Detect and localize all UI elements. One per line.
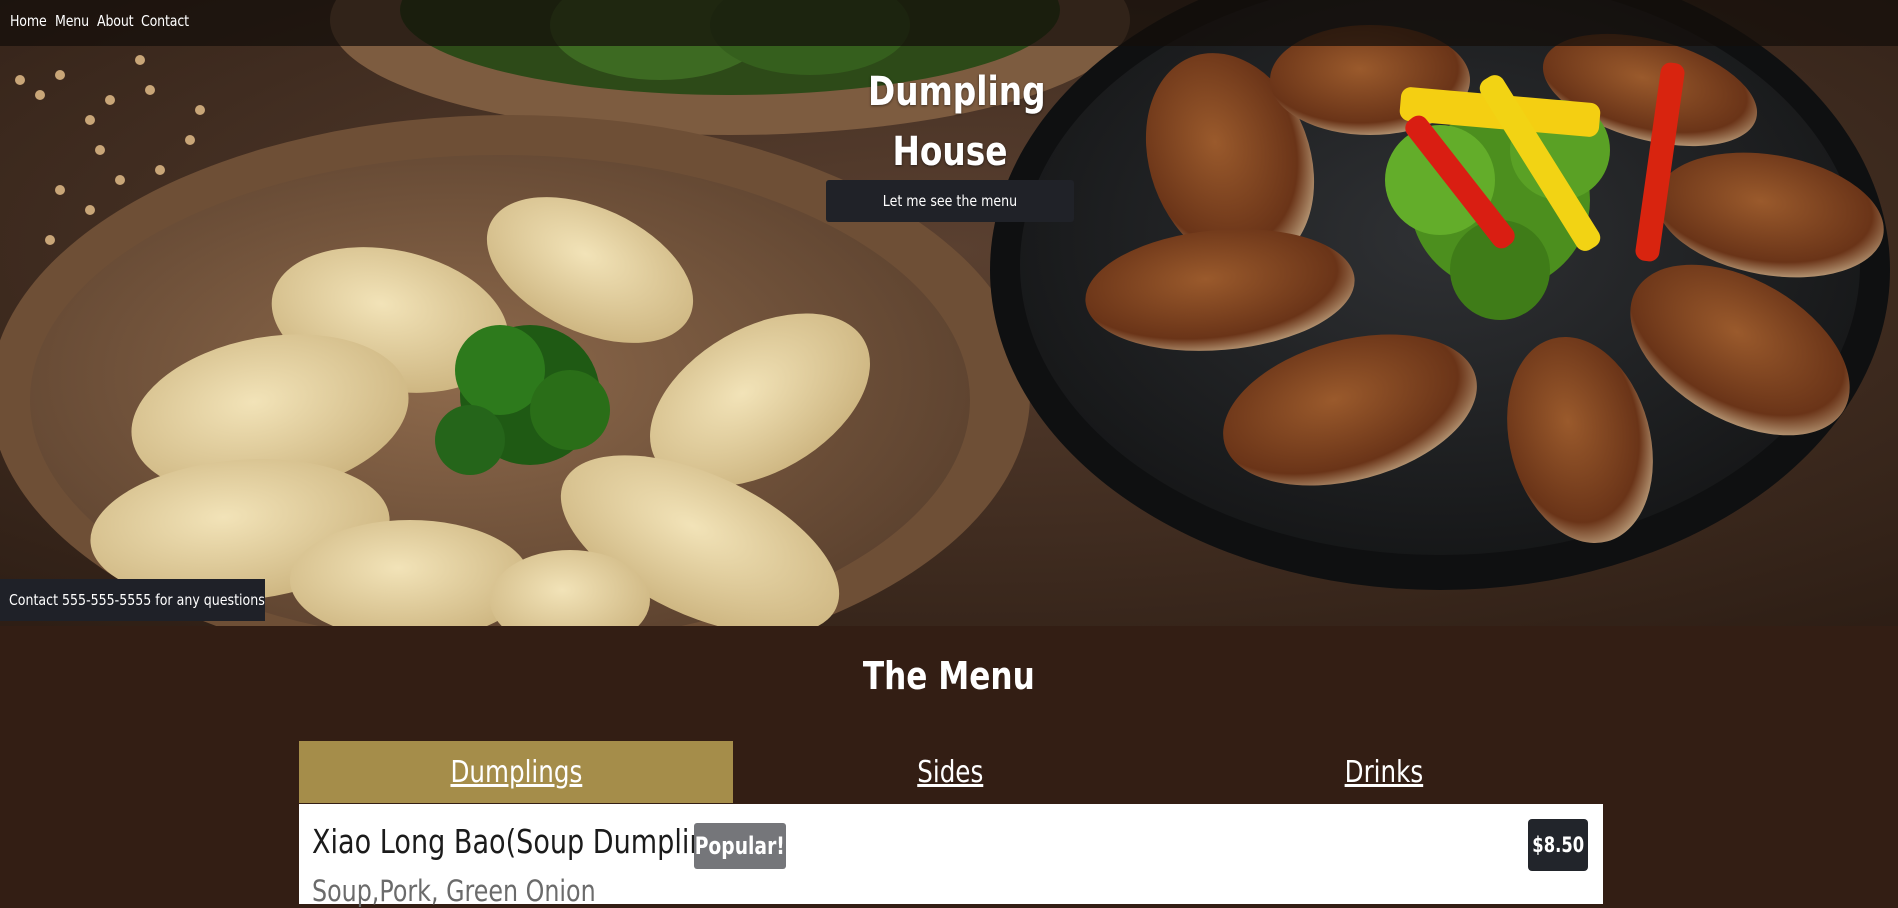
menu-tabs: Dumplings Sides Drinks <box>299 741 1603 803</box>
tab-dumplings-label: Dumplings <box>450 754 582 790</box>
menu-item-name: Xiao Long Bao(Soup Dumplings) <box>312 822 749 861</box>
hero-title-line1: Dumpling <box>868 69 1046 115</box>
tab-sides-label: Sides <box>916 754 984 790</box>
menu-heading-text: The Menu <box>863 654 1035 698</box>
contact-banner: Contact 555-555-5555 for any questions <box>0 579 265 621</box>
menu-item-description: Soup,Pork, Green Onion <box>312 874 596 908</box>
nav-link-menu[interactable]: Menu <box>55 12 89 30</box>
contact-text: Contact 555-555-5555 for any questions <box>9 591 265 609</box>
hero-section: Home Menu About Contact Dumpling House L… <box>0 0 1898 626</box>
tab-drinks[interactable]: Drinks <box>1167 741 1601 803</box>
tab-dumplings[interactable]: Dumplings <box>299 741 733 803</box>
menu-item-panel: Xiao Long Bao(Soup Dumplings) Popular! $… <box>299 804 1603 908</box>
see-menu-button[interactable]: Let me see the menu <box>826 180 1074 222</box>
price-label: $8.50 <box>1532 833 1584 857</box>
top-nav: Home Menu About Contact <box>0 0 1898 46</box>
tab-drinks-label: Drinks <box>1344 754 1424 790</box>
price-badge: $8.50 <box>1528 819 1588 871</box>
popular-badge: Popular! <box>694 823 786 869</box>
nav-link-about[interactable]: About <box>97 12 134 30</box>
nav-link-home[interactable]: Home <box>10 12 47 30</box>
menu-heading: The Menu <box>0 654 1898 698</box>
hero-title: Dumpling House <box>868 62 1046 182</box>
tab-sides[interactable]: Sides <box>733 741 1167 803</box>
hero-title-line2: House <box>892 129 1008 175</box>
nav-link-contact[interactable]: Contact <box>141 12 189 30</box>
see-menu-button-label: Let me see the menu <box>882 192 1018 210</box>
popular-badge-label: Popular! <box>694 832 786 860</box>
